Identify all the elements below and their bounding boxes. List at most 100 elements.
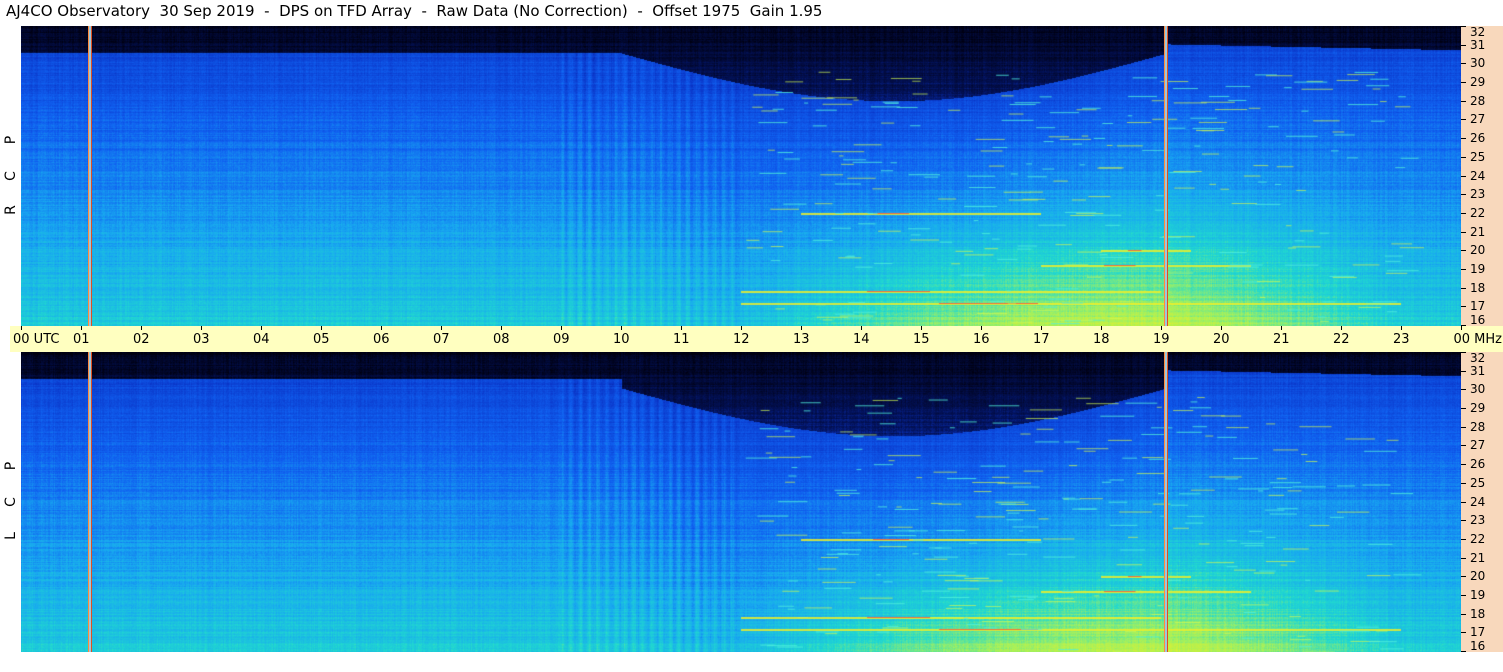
rcp-spectrogram-canvas (21, 26, 1461, 326)
frequency-tick-label: 17 (1470, 625, 1486, 639)
frequency-tick (1461, 445, 1466, 446)
frequency-tick-label: 22 (1470, 206, 1486, 220)
frequency-tick (1461, 232, 1466, 233)
rcp-side-label: P C R (2, 26, 20, 326)
frequency-tick-label: 24 (1470, 495, 1486, 509)
utc-tick-label: 13 (793, 332, 810, 347)
utc-time-axis: 00 UTC 01 02 03 04 05 06 07 08 09 10 11 12 13 14 15 16 17… (10, 326, 1503, 352)
utc-tick-label: 11 (673, 332, 690, 347)
frequency-tick-label: 20 (1470, 569, 1486, 583)
frequency-tick (1461, 651, 1466, 652)
lcp-side-label: P C L (2, 352, 20, 652)
frequency-tick-label: 19 (1470, 588, 1486, 602)
utc-tick (21, 326, 22, 330)
side-letter: C (3, 171, 19, 181)
frequency-tick-label: 18 (1470, 607, 1486, 621)
frequency-tick-label: 28 (1470, 420, 1486, 434)
utc-tick-label: 15 (913, 332, 930, 347)
frequency-tick (1461, 157, 1466, 158)
utc-tick (1101, 326, 1102, 330)
frequency-tick (1461, 576, 1466, 577)
frequency-tick-label: 23 (1470, 187, 1486, 201)
lcp-frequency-axis: 32 31 30 29 28 27 26 25 24 23 22 21 20 19 18 17 16 (1461, 352, 1503, 652)
utc-tick (261, 326, 262, 330)
utc-tick (1041, 326, 1042, 330)
utc-tick-label: 02 (133, 332, 150, 347)
utc-tick (861, 326, 862, 330)
side-letter: C (3, 497, 19, 507)
vertical-marker (1164, 26, 1168, 326)
frequency-tick-label: 23 (1470, 513, 1486, 527)
chart-title: AJ4CO Observatory 30 Sep 2019 - DPS on T… (6, 2, 823, 20)
utc-tick-label: 05 (313, 332, 330, 347)
utc-tick-label: 18 (1093, 332, 1110, 347)
utc-tick (1341, 326, 1342, 330)
frequency-tick-label: 24 (1470, 169, 1486, 183)
utc-tick (921, 326, 922, 330)
utc-tick-label: 14 (853, 332, 870, 347)
utc-tick-label: 21 (1273, 332, 1290, 347)
frequency-tick (1461, 45, 1466, 46)
utc-tick (1461, 326, 1462, 330)
frequency-tick-label: 29 (1470, 401, 1486, 415)
frequency-tick (1461, 558, 1466, 559)
frequency-tick (1461, 632, 1466, 633)
utc-tick-label: 09 (553, 332, 570, 347)
frequency-tick-label: 19 (1470, 262, 1486, 276)
frequency-tick-label: 26 (1470, 131, 1486, 145)
frequency-tick-label: 30 (1470, 56, 1486, 70)
frequency-tick-label: 20 (1470, 243, 1486, 257)
frequency-tick (1461, 26, 1466, 27)
frequency-tick (1461, 427, 1466, 428)
frequency-tick-label: 30 (1470, 382, 1486, 396)
utc-tick (621, 326, 622, 330)
utc-tick (201, 326, 202, 330)
frequency-tick-label: 32 (1470, 351, 1486, 365)
frequency-tick (1461, 138, 1466, 139)
utc-tick-label: 16 (973, 332, 990, 347)
frequency-tick-label: 25 (1470, 150, 1486, 164)
utc-tick-label: 22 (1333, 332, 1350, 347)
rcp-frequency-axis: 32 31 30 29 28 27 26 25 24 23 22 21 20 19 18 17 16 (1461, 26, 1503, 326)
frequency-tick (1461, 352, 1466, 353)
utc-tick-label: 06 (373, 332, 390, 347)
frequency-tick (1461, 595, 1466, 596)
utc-tick-label: 08 (493, 332, 510, 347)
vertical-marker (88, 352, 92, 652)
frequency-tick-label: 16 (1470, 313, 1486, 327)
frequency-tick-label: 28 (1470, 94, 1486, 108)
frequency-tick (1461, 520, 1466, 521)
utc-tick-label: 00 MHz (1453, 332, 1503, 347)
frequency-tick-label: 17 (1470, 299, 1486, 313)
frequency-tick (1461, 82, 1466, 83)
frequency-tick-label: 18 (1470, 281, 1486, 295)
utc-tick-label: 07 (433, 332, 450, 347)
side-letter: R (3, 205, 19, 215)
utc-tick-label: 00 UTC (13, 332, 60, 347)
side-letter: P (3, 461, 19, 471)
utc-tick-label: 23 (1393, 332, 1410, 347)
utc-tick (981, 326, 982, 330)
frequency-tick-label: 16 (1470, 639, 1486, 653)
frequency-tick (1461, 269, 1466, 270)
utc-tick (1221, 326, 1222, 330)
frequency-tick-label: 26 (1470, 457, 1486, 471)
frequency-tick (1461, 502, 1466, 503)
frequency-tick (1461, 176, 1466, 177)
utc-tick (801, 326, 802, 330)
frequency-tick (1461, 389, 1466, 390)
utc-tick-label: 17 (1033, 332, 1050, 347)
frequency-tick-label: 21 (1470, 551, 1486, 565)
frequency-tick (1461, 119, 1466, 120)
utc-tick-label: 04 (253, 332, 270, 347)
frequency-tick-label: 21 (1470, 225, 1486, 239)
side-letter: L (3, 532, 19, 540)
frequency-tick (1461, 288, 1466, 289)
frequency-tick (1461, 63, 1466, 64)
utc-tick (1161, 326, 1162, 330)
utc-tick-label: 12 (733, 332, 750, 347)
utc-tick (1281, 326, 1282, 330)
utc-tick (81, 326, 82, 330)
frequency-tick (1461, 408, 1466, 409)
utc-tick-label: 01 (73, 332, 90, 347)
